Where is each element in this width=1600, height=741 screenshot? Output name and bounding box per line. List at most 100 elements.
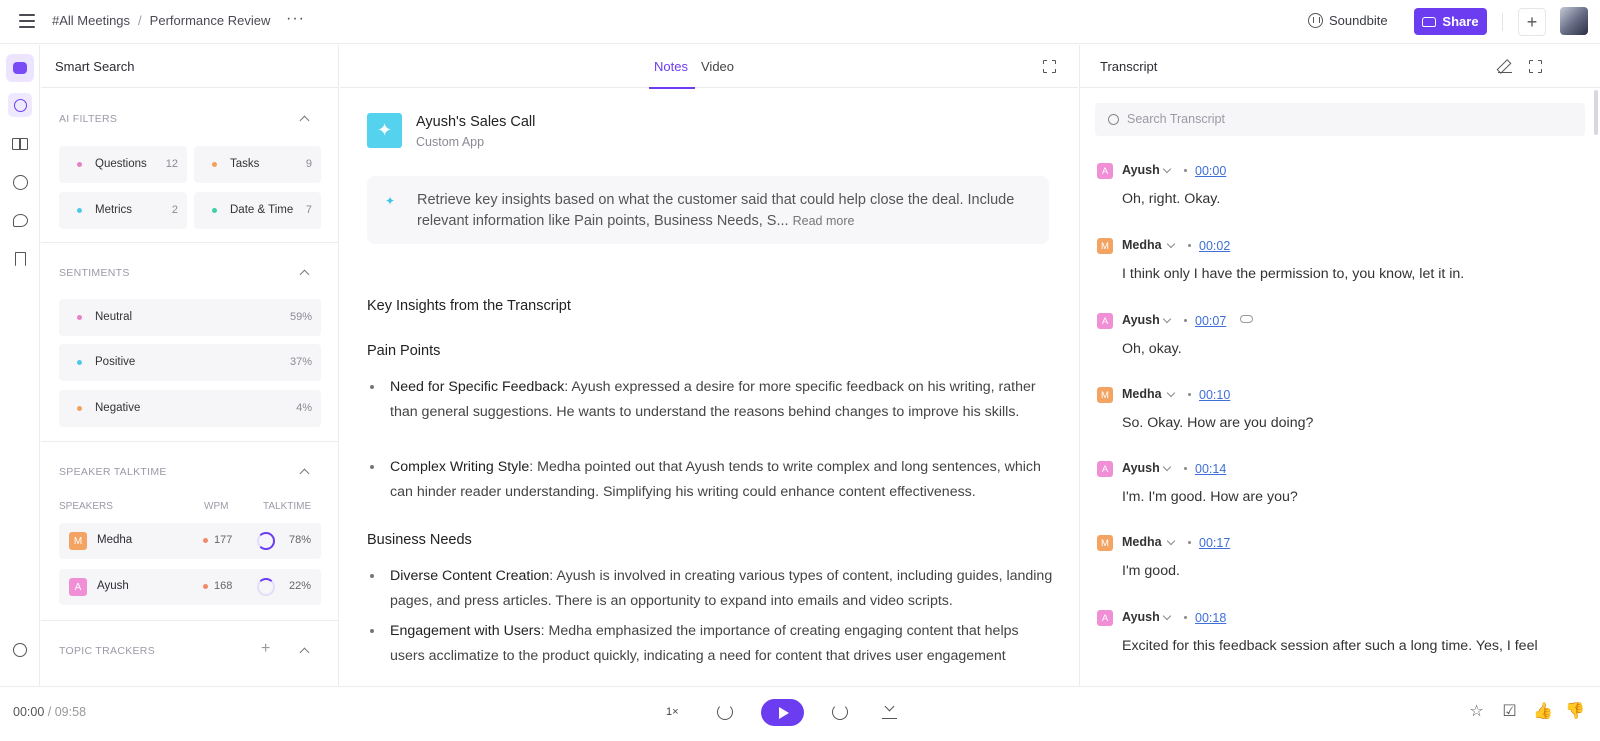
transcript-text: I'm. I'm good. How are you? [1122,489,1298,505]
app-title: Ayush's Sales Call [416,114,536,130]
talktime-header: TALKTIME [263,501,312,512]
star-icon[interactable]: ☆ [1468,703,1485,720]
speed-button[interactable]: 1× [666,706,679,718]
speaker-name[interactable]: Ayush [1122,313,1160,327]
breadcrumb-all-meetings[interactable]: #All Meetings [52,13,130,28]
speaker-talktime: 22% [288,580,311,592]
bot-logo-icon[interactable] [6,54,34,82]
collapse-talktime-icon[interactable] [299,468,310,479]
chevron-down-icon[interactable] [1162,462,1172,472]
sentiment-dot [77,406,82,411]
section-heading: Pain Points [367,343,441,359]
speaker-name[interactable]: Medha [1122,387,1162,401]
user-avatar[interactable] [1560,7,1588,35]
filter-chip-date-time[interactable]: Date & Time 7 [194,192,321,229]
speaker-name[interactable]: Ayush [1122,163,1160,177]
speaker-row-medha[interactable]: M Medha 177 78% [59,523,321,559]
add-button[interactable]: + [1518,8,1546,36]
expand-icon[interactable] [1042,59,1056,73]
collapse-sentiments-icon[interactable] [299,269,310,280]
list-item: Complex Writing Style: Medha pointed out… [367,455,1057,504]
time-separator: / [47,705,52,719]
chevron-down-icon[interactable] [1162,611,1172,621]
filter-chip-metrics[interactable]: Metrics 2 [59,192,187,229]
speaker-name[interactable]: Medha [1122,238,1162,252]
tab-video[interactable]: Video [701,59,734,74]
tab-notes[interactable]: Notes [654,59,688,74]
timestamp-link[interactable]: 00:02 [1199,239,1230,253]
talktime-ring-icon [257,532,275,550]
timestamp-link[interactable]: 00:00 [1195,164,1226,178]
speaker-name[interactable]: Ayush [1122,610,1160,624]
timestamp-link[interactable]: 00:07 [1195,314,1226,328]
book-icon[interactable] [8,132,32,156]
edit-icon[interactable] [1498,59,1512,73]
more-options-icon[interactable]: ··· [286,10,305,28]
forward-icon[interactable] [832,704,848,720]
search-input[interactable]: Search Transcript [1095,103,1585,136]
link-icon[interactable] [1240,315,1253,323]
sentiment-value: 59% [289,311,312,323]
chevron-down-icon[interactable] [1162,314,1172,324]
soundbite-rail-icon[interactable] [8,170,32,194]
sentiment-value: 4% [296,402,312,414]
filter-label: Metrics [95,204,133,216]
thumbs-up-icon[interactable]: 👍 [1533,703,1553,720]
thumbs-down-icon[interactable]: 👎 [1565,703,1585,720]
share-button[interactable]: Share [1414,8,1487,35]
top-bar: #All Meetings / Performance Review ··· S… [0,0,1600,44]
sentiment-label: Negative [95,402,141,414]
play-button[interactable] [761,699,804,726]
scrollbar[interactable] [1594,90,1598,135]
timestamp-link[interactable]: 00:18 [1195,611,1226,625]
sparkle-small-icon: ✦ [385,194,396,208]
smile-icon[interactable] [8,638,32,662]
expand-icon[interactable] [1528,59,1542,73]
chevron-down-icon[interactable] [1166,536,1176,546]
app-subtitle: Custom App [416,135,485,149]
transcript-panel: Transcript Search Transcript A Ayush 00:… [1079,45,1600,686]
collapse-ai-filters-icon[interactable] [299,115,310,126]
sentiment-dot [77,315,82,320]
timestamp-link[interactable]: 00:10 [1199,388,1230,402]
chevron-down-icon[interactable] [1166,239,1176,249]
dot-separator [1188,393,1191,396]
filter-dot [212,208,217,213]
dot-separator [1184,319,1187,322]
bookmark-icon[interactable] [8,247,32,271]
filter-chip-tasks[interactable]: Tasks 9 [194,146,321,183]
task-icon[interactable]: ☑ [1501,703,1518,720]
filter-chip-questions[interactable]: Questions 12 [59,146,187,183]
collapse-topics-icon[interactable] [299,647,310,658]
play-icon [779,706,789,719]
soundbite-button[interactable]: Soundbite [1308,13,1388,28]
player-bar: 00:00 / 09:58 1× ☆ ☑ 👍 👎 [0,686,1600,741]
add-topic-icon[interactable]: + [261,640,270,658]
sentiment-negative[interactable]: Negative 4% [59,390,321,427]
timestamp-link[interactable]: 00:14 [1195,462,1226,476]
sentiment-label: Positive [95,356,136,368]
chat-icon[interactable] [8,208,32,232]
speaker-talktime-title: SPEAKER TALKTIME [59,466,167,478]
read-more-link[interactable]: Read more [793,214,855,228]
speaker-wpm: 168 [203,580,232,592]
filter-count: 9 [305,158,312,170]
search-icon[interactable] [8,93,32,117]
menu-icon[interactable] [19,14,35,28]
sentiment-neutral[interactable]: Neutral 59% [59,299,321,336]
speaker-row-ayush[interactable]: A Ayush 168 22% [59,569,321,605]
avatar: M [1097,238,1113,254]
download-icon[interactable] [882,703,897,719]
timestamp-link[interactable]: 00:17 [1199,536,1230,550]
breadcrumb: #All Meetings / Performance Review [52,13,270,28]
breadcrumb-current[interactable]: Performance Review [150,13,271,28]
rewind-icon[interactable] [717,704,733,720]
chevron-down-icon[interactable] [1166,388,1176,398]
transcript-text: I think only I have the permission to, y… [1122,266,1465,282]
sentiment-positive[interactable]: Positive 37% [59,344,321,381]
avatar: M [69,532,87,550]
transcript-text: So. Okay. How are you doing? [1122,415,1314,431]
chevron-down-icon[interactable] [1162,164,1172,174]
speaker-name[interactable]: Medha [1122,535,1162,549]
speaker-name[interactable]: Ayush [1122,461,1160,475]
